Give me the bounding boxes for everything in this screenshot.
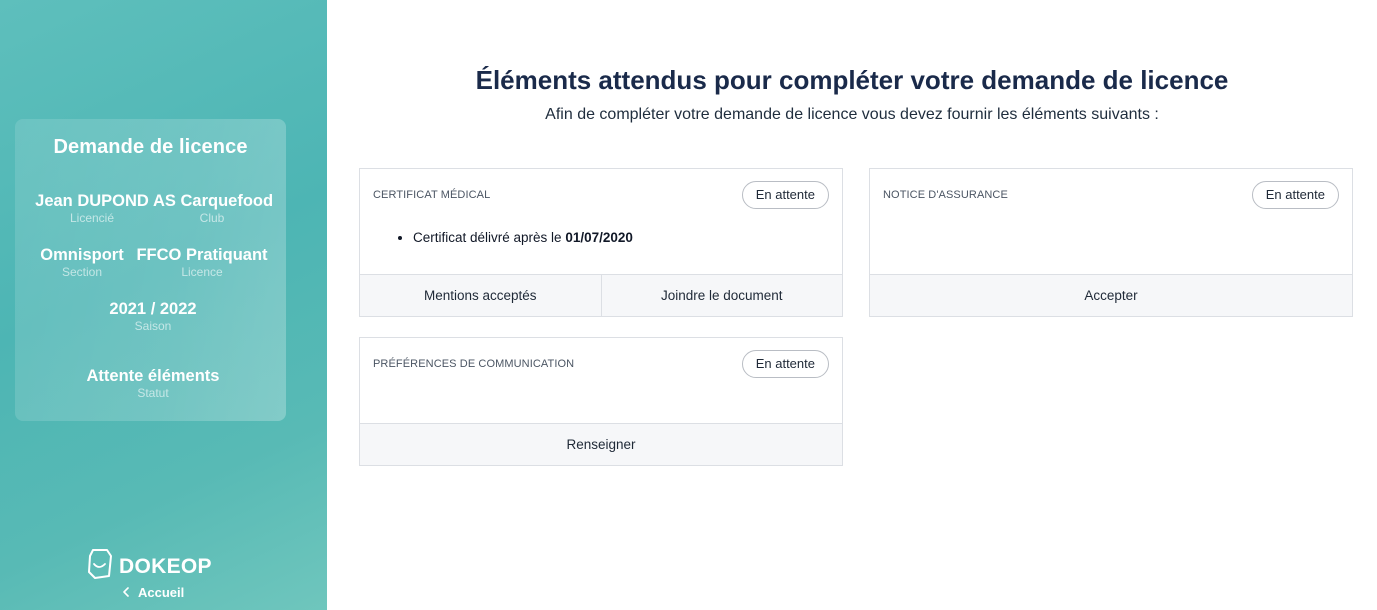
status-badge: En attente: [741, 181, 829, 209]
card-actions: Renseigner: [360, 423, 842, 465]
status-label: Statut: [137, 386, 169, 400]
card-actions: Mentions acceptés Joindre le document: [360, 274, 842, 316]
club-label: Club: [199, 211, 225, 225]
insurance-notice-card: NOTICE D'ASSURANCE En attente Accepter: [869, 168, 1353, 317]
brand-logo: DOKEOP: [87, 548, 212, 585]
licensee-field: Jean DUPOND Licencié: [35, 191, 149, 225]
page-title: Éléments attendus pour compléter votre d…: [475, 65, 1229, 95]
licensee-label: Licencié: [69, 211, 115, 225]
season-field: 2021 / 2022 Saison: [75, 299, 231, 333]
card-title: CERTIFICAT MÉDICAL: [373, 189, 491, 201]
club-field: AS Carquefood Club: [153, 191, 274, 225]
attach-document-button[interactable]: Joindre le document: [600, 275, 843, 316]
accept-button[interactable]: Accepter: [870, 275, 1352, 316]
licence-summary-card: Demande de licence Jean DUPOND Licencié …: [15, 119, 286, 421]
brand-name: DOKEOP: [119, 554, 212, 578]
licence-type-value: FFCO Pratiquant: [136, 246, 268, 264]
status-badge: En attente: [1251, 181, 1339, 209]
card-title: NOTICE D'ASSURANCE: [883, 189, 1008, 201]
section-label: Section: [61, 265, 103, 279]
licence-type-label: Licence: [181, 265, 223, 279]
club-name: AS Carquefood: [153, 192, 274, 210]
sidebar: Demande de licence Jean DUPOND Licencié …: [0, 0, 327, 610]
list-item: Certificat délivré après le 01/07/2020: [413, 229, 829, 247]
status-value: Attente éléments: [86, 367, 220, 385]
summary-title: Demande de licence: [53, 136, 248, 158]
certificate-condition-text: Certificat délivré après le: [413, 230, 566, 245]
section-value: Omnisport: [40, 246, 124, 264]
section-field: Omnisport Section: [33, 245, 131, 279]
status-field: Attente éléments Statut: [55, 366, 251, 400]
card-body: Certificat délivré après le 01/07/2020: [373, 229, 829, 247]
season-label: Saison: [134, 319, 172, 333]
mentions-accepted-button[interactable]: Mentions acceptés: [360, 275, 601, 316]
certificate-date: 01/07/2020: [565, 230, 633, 245]
home-link-label: Accueil: [138, 585, 185, 600]
status-badge: En attente: [741, 350, 829, 378]
licensee-name: Jean DUPOND: [35, 192, 149, 210]
season-value: 2021 / 2022: [109, 300, 197, 318]
chevron-left-icon: [122, 585, 130, 600]
fill-in-button[interactable]: Renseigner: [360, 424, 842, 465]
page-subtitle: Afin de compléter votre demande de licen…: [545, 106, 1159, 123]
licence-type-field: FFCO Pratiquant Licence: [135, 245, 269, 279]
dokeop-logo-icon: [87, 548, 113, 585]
medical-certificate-card: CERTIFICAT MÉDICAL En attente Certificat…: [359, 168, 843, 317]
card-title: PRÉFÉRENCES DE COMMUNICATION: [373, 358, 575, 370]
card-actions: Accepter: [870, 274, 1352, 316]
home-link[interactable]: Accueil: [122, 585, 184, 600]
communication-preferences-card: PRÉFÉRENCES DE COMMUNICATION En attente …: [359, 337, 843, 466]
